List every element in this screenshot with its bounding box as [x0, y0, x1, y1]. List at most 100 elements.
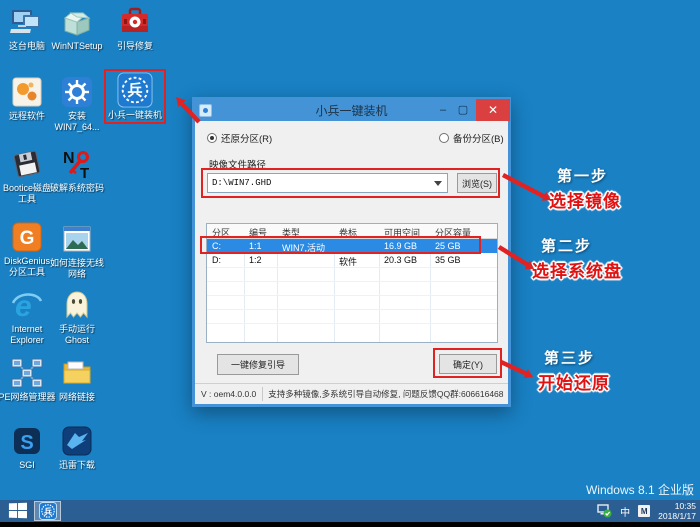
minimize-button[interactable]: – — [435, 99, 451, 120]
ok-button[interactable]: 确定(Y) — [439, 354, 497, 374]
icon-label: 网络链接 — [58, 392, 95, 402]
icon-label: 手动运行 — [58, 324, 95, 334]
desktop-icon-internet-explorer[interactable]: e Internet Explorer — [0, 288, 54, 346]
desktop-icon-install-win7[interactable]: 安装 WIN7_64... — [50, 75, 104, 133]
icon-label: 这台电脑 — [8, 41, 45, 51]
svg-text:G: G — [20, 228, 35, 249]
computer-icon — [10, 5, 44, 39]
remote-software-icon — [10, 75, 44, 109]
dialog-app-icon — [199, 103, 212, 117]
system-tray: 中 M 10:35 2018/1/17 — [597, 500, 696, 522]
clock-time: 10:35 — [674, 501, 696, 511]
desktop: 这台电脑 WinNTSetup 引导修复 远程软件 安装 WIN7_64... … — [0, 0, 700, 527]
dialog-statusbar: V : oem4.0.0.0 支持多种镜像,多系统引导自动修复, 问题反馈QQ群… — [195, 383, 508, 404]
annotation-step3-subtitle: 开始还原 — [538, 374, 610, 393]
ime-mode-icon[interactable]: M — [638, 505, 651, 517]
taskbar-app-xiaobing[interactable]: 兵 — [34, 501, 61, 521]
desktop-icon-thunder[interactable]: 迅雷下载 — [50, 424, 104, 471]
icon-label: SGI — [19, 460, 35, 470]
icon-label: 引导修复 — [116, 41, 153, 51]
svg-text:N: N — [63, 150, 75, 167]
icon-label: Explorer — [10, 335, 44, 345]
desktop-icon-this-pc[interactable]: 这台电脑 — [0, 5, 54, 52]
status-text: 支持多种镜像,多系统引导自动修复, 问题反馈QQ群:606616468 — [268, 389, 504, 399]
nt-key-icon: N T — [60, 147, 94, 181]
desktop-icon-remote-software[interactable]: 远程软件 — [0, 75, 54, 122]
cell: 35 GB — [435, 255, 461, 265]
desktop-icon-crack-password[interactable]: N T 破解系统密码 — [50, 147, 104, 194]
desktop-icon-xiaobing-installer[interactable]: 兵 小兵一键装机 — [106, 72, 164, 121]
icon-label: WIN7_64... — [54, 122, 100, 132]
repair-boot-button[interactable]: 一键修复引导 — [217, 354, 299, 375]
desktop-icon-sgi[interactable]: S SGI — [0, 424, 54, 471]
icon-label: 工具 — [17, 194, 36, 204]
version-text: V : oem4.0.0.0 — [201, 389, 257, 399]
icon-label: PE网络管理器 — [0, 392, 56, 402]
desktop-icon-bootice[interactable]: Bootice磁盘 工具 — [0, 147, 54, 205]
statusbar-divider — [262, 387, 264, 401]
image-path-combobox[interactable]: D:\WIN7.GHD — [207, 173, 448, 193]
icon-label: Bootice磁盘 — [2, 183, 52, 193]
icon-label: 小兵一键装机 — [107, 110, 162, 120]
desktop-icon-network-link[interactable]: 网络链接 — [50, 356, 104, 403]
icon-label: 远程软件 — [8, 111, 45, 121]
installer-dialog: 小兵一键装机 – ▢ ✕ 还原分区(R) 备份分区(B) 映像文件路径 D:\W… — [192, 97, 511, 407]
xiaobing-taskbar-icon: 兵 — [38, 502, 57, 520]
toolbox-icon — [118, 5, 152, 39]
highlight-box-step2 — [200, 236, 481, 254]
taskbar: 兵 中 M 10:35 2018/1/17 — [0, 500, 700, 522]
xiaobing-app-icon: 兵 — [117, 72, 153, 108]
annotation-step1-title: 第一步 — [557, 168, 609, 185]
package-box-icon — [60, 5, 94, 39]
icon-label: 迅雷下载 — [58, 460, 95, 470]
radio-label: 备份分区(B) — [453, 134, 504, 145]
floppy-disk-icon — [10, 147, 44, 181]
desktop-icon-diskgenius[interactable]: G DiskGenius 分区工具 — [0, 220, 54, 278]
image-path-value: D:\WIN7.GHD — [212, 178, 272, 188]
svg-text:S: S — [20, 432, 33, 454]
network-status-icon[interactable] — [597, 504, 612, 518]
start-button[interactable] — [8, 502, 30, 520]
icon-label: 破解系统密码 — [50, 183, 105, 193]
svg-text:T: T — [80, 165, 89, 181]
radio-dot — [439, 133, 449, 143]
icon-label: 安装 — [67, 111, 86, 121]
folder-icon — [60, 356, 94, 390]
icon-label: 分区工具 — [8, 267, 45, 277]
sgi-icon: S — [10, 424, 44, 458]
maximize-button[interactable]: ▢ — [455, 99, 471, 120]
desktop-icon-wireless-help[interactable]: 如何连接无线 网络 — [50, 222, 104, 280]
close-button[interactable]: ✕ — [476, 99, 510, 121]
cell: D: — [212, 255, 221, 265]
ime-language-indicator[interactable]: 中 — [620, 504, 630, 519]
gear-installer-icon — [60, 75, 94, 109]
taskbar-clock[interactable]: 10:35 2018/1/17 — [658, 501, 696, 521]
desktop-icon-pe-network-manager[interactable]: PE网络管理器 — [0, 356, 56, 403]
thunder-bird-icon — [60, 424, 94, 458]
icon-label: DiskGenius — [3, 256, 50, 266]
chevron-down-icon — [434, 181, 442, 186]
annotation-step2-subtitle: 选择系统盘 — [532, 262, 622, 281]
table-row-d-drive[interactable]: D: 1:2 软件 20.3 GB 35 GB — [207, 253, 497, 267]
radio-restore-partition[interactable]: 还原分区(R) — [207, 131, 272, 145]
windows-edition-watermark: Windows 8.1 企业版 — [585, 483, 694, 497]
icon-label: Ghost — [64, 335, 89, 345]
desktop-icon-ghost[interactable]: 手动运行 Ghost — [50, 288, 104, 346]
annotation-step3-title: 第三步 — [544, 350, 596, 367]
radio-dot — [207, 133, 217, 143]
desktop-icon-winntsetup[interactable]: WinNTSetup — [50, 5, 104, 52]
cell: 1:2 — [249, 255, 262, 265]
radio-label: 还原分区(R) — [221, 134, 273, 145]
svg-text:兵: 兵 — [43, 506, 51, 516]
icon-label: 如何连接无线 — [50, 258, 105, 268]
dialog-titlebar[interactable]: 小兵一键装机 – ▢ ✕ — [194, 99, 510, 121]
photo-document-icon — [60, 222, 94, 256]
browse-button[interactable]: 浏览(S) — [457, 173, 497, 193]
screen-bottom-strip — [0, 522, 700, 527]
radio-backup-partition[interactable]: 备份分区(B) — [439, 131, 504, 145]
icon-label: 网络 — [68, 269, 87, 279]
clock-date: 2018/1/17 — [658, 511, 696, 521]
cell: 软件 — [339, 257, 358, 267]
desktop-icon-boot-repair[interactable]: 引导修复 — [106, 5, 164, 52]
annotation-step2-title: 第二步 — [541, 238, 593, 255]
